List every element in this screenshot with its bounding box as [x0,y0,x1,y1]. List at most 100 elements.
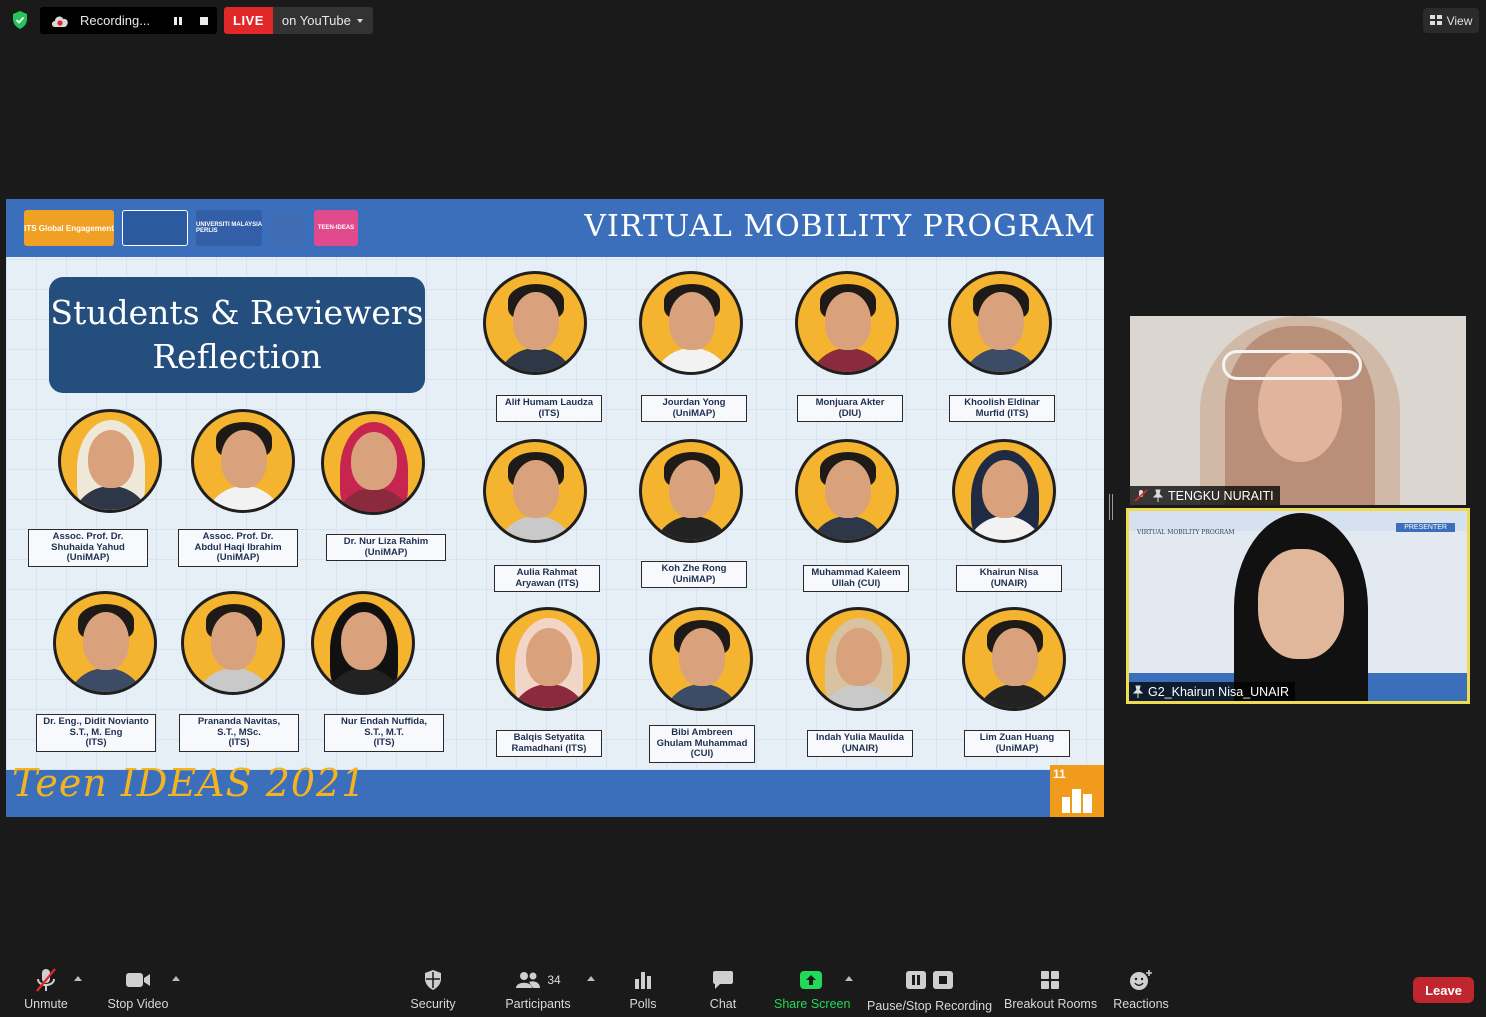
view-button[interactable]: View [1423,8,1479,33]
reviewer-nameplate: Prananda Navitas, S.T., MSc. (ITS) [179,714,299,752]
virtual-background-title: VIRTUAL MOBILITY PROGRAM [1137,529,1235,536]
reviewer-nameplate: Nur Endah Nuffida, S.T., M.T. (ITS) [324,714,444,752]
reviewer-photo [53,591,157,695]
presenter-badge: PRESENTER [1396,523,1455,532]
chat-button[interactable]: Chat [704,966,742,1011]
muted-mic-icon [36,968,56,992]
participant-name-tag: TENGKU NURAITI [1130,486,1280,505]
student-name-line: Alif Humam Laudza [504,397,594,408]
student-nameplate: Muhammad Kaleem Ullah (CUI) [803,565,909,592]
student-nameplate: Monjuara Akter (DIU) [797,395,903,422]
breakout-rooms-button[interactable]: Breakout Rooms [1004,966,1097,1011]
gallery-resize-handle[interactable] [1109,494,1113,520]
participants-icon [516,972,541,988]
student-photo [948,271,1052,375]
recording-label: Recording... [80,13,151,28]
breakout-rooms-icon [1041,971,1059,989]
student-nameplate: Bibi Ambreen Ghulam Muhammad (CUI) [649,725,755,763]
bar-chart-icon [635,972,651,989]
share-screen-icon [800,971,822,989]
reviewer-name-line: Nur Endah Nuffida, [340,716,428,727]
student-nameplate: Khoolish Eldinar Murfid (ITS) [949,395,1055,422]
student-name-line: Muhammad Kaleem [811,567,901,578]
video-options-caret[interactable] [172,976,180,981]
smiley-plus-icon [1130,970,1152,990]
unmute-button[interactable]: Unmute [20,966,72,1011]
reviewer-photo [58,409,162,513]
reviewer-name-line: (UniMAP) [216,552,260,563]
stop-icon [932,971,953,989]
its-logo [122,210,188,246]
student-name-line: Lim Zuan Huang [979,732,1055,743]
pause-stop-recording-button[interactable]: Pause/Stop Recording [867,966,992,1013]
teen-ideas-logo: TEEN-IDEAS [314,210,358,246]
grid-view-icon [1429,15,1442,25]
student-nameplate: Koh Zhe Rong (UniMAP) [641,561,747,588]
live-badge: LIVE [224,7,273,34]
reviewer-name-line: (ITS) [85,737,107,748]
student-nameplate: Khairun Nisa (UNAIR) [956,565,1062,592]
student-name-line: Bibi Ambreen [671,727,733,738]
student-name-line: Indah Yulia Maulida [816,732,904,743]
student-nameplate: Aulia Rahmat Aryawan (ITS) [494,565,600,592]
reviewer-name-line: (UniMAP) [66,552,110,563]
reviewer-photo [321,411,425,515]
security-button[interactable]: Security [407,966,459,1011]
student-photo [962,607,1066,711]
participants-button[interactable]: 34 Participants [505,966,571,1011]
student-photo [483,271,587,375]
its-global-engagement-logo: ITS Global Engagement [24,210,114,246]
live-stream-indicator[interactable]: LIVE on YouTube [224,7,373,34]
student-name-line: Koh Zhe Rong [661,563,727,574]
encryption-shield-icon[interactable] [10,10,30,30]
student-name-line: Murfid (ITS) [975,407,1029,419]
reviewer-name-line: Assoc. Prof. Dr. [52,531,124,542]
shield-icon [425,970,441,990]
student-name-line: Khairun Nisa [979,567,1039,578]
pin-icon [1133,685,1143,698]
student-name-line: Ullah (CUI) [831,577,881,589]
pause-icon [905,971,926,989]
reviewer-photo [311,591,415,695]
student-name-line: (UNAIR) [841,742,879,754]
stop-recording-icon[interactable] [197,14,211,28]
student-name-line: Khoolish Eldinar [964,397,1040,408]
reviewer-nameplate: Dr. Eng., Didit Novianto S.T., M. Eng (ITS… [36,714,156,752]
pause-recording-icon[interactable] [171,14,185,28]
student-name-line: (UniMAP) [672,407,716,419]
audio-options-caret[interactable] [74,976,82,981]
leave-button[interactable]: Leave [1413,977,1474,1003]
student-name-line: Jourdan Yong [662,397,726,408]
muted-mic-icon [1134,489,1148,502]
student-name-line: Aulia Rahmat [516,567,578,578]
reviewer-name-line: (ITS) [228,737,250,748]
slide-header-title: VIRTUAL MOBILITY PROGRAM [584,209,1096,244]
participant-video-tengku[interactable]: TENGKU NURAITI [1130,316,1466,505]
student-nameplate: Alif Humam Laudza (ITS) [496,395,602,422]
student-name-line: (UniMAP) [995,742,1039,754]
reviewer-name-line: Prananda Navitas, [197,716,281,727]
polls-button[interactable]: Polls [624,966,662,1011]
shared-screen: ITS Global Engagement UNIVERSITI MALAYSI… [6,199,1104,817]
pin-icon [1153,489,1163,502]
participants-options-caret[interactable] [587,976,595,981]
aiu-logo [270,210,306,246]
student-photo [795,439,899,543]
student-photo [639,439,743,543]
student-photo [639,271,743,375]
stop-video-button[interactable]: Stop Video [105,966,171,1011]
student-name-line: (UNAIR) [990,577,1028,589]
student-nameplate: Jourdan Yong (UniMAP) [641,395,747,422]
reviewer-name-line: (ITS) [373,737,395,748]
reviewer-name-line: Dr. Nur Liza Rahim [343,536,429,547]
share-screen-button[interactable]: Share Screen [774,966,850,1011]
reviewer-nameplate: Assoc. Prof. Dr. Shuhaida Yahud (UniMAP) [28,529,148,567]
participant-video-khairun[interactable]: VIRTUAL MOBILITY PROGRAM PRESENTER G2_Kh… [1126,508,1470,704]
student-nameplate: Balqis Setyatita Ramadhani (ITS) [496,730,602,757]
video-camera-icon [126,973,150,987]
reactions-button[interactable]: Reactions [1112,966,1170,1011]
student-photo [806,607,910,711]
student-photo [795,271,899,375]
stream-target-label: on YouTube [281,13,351,28]
share-options-caret[interactable] [845,976,853,981]
